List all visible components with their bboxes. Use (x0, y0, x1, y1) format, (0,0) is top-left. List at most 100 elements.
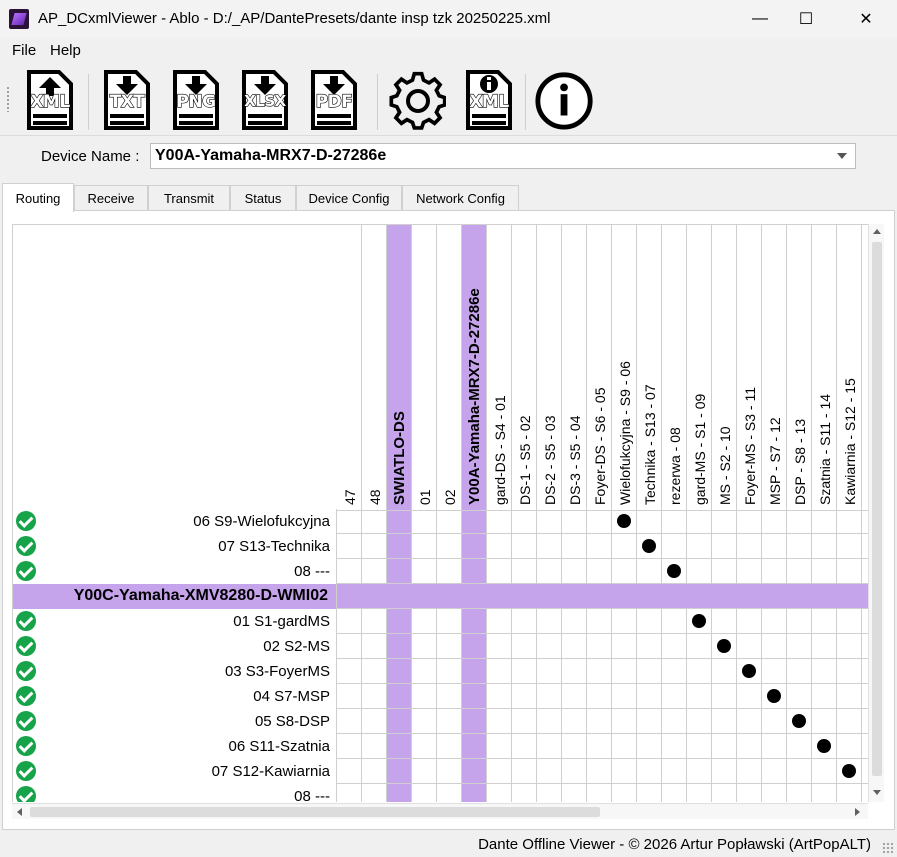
row-header[interactable]: Y00C-Yamaha-XMV8280-D-WMI02 (13, 584, 337, 609)
column-header[interactable]: Foyer-DS - S6 - 05 (587, 225, 612, 509)
row-header[interactable]: 01 S1-gardMS (13, 609, 337, 634)
export-png-button[interactable]: PNG (167, 68, 225, 132)
minimize-button[interactable]: — (737, 0, 783, 38)
column-header[interactable]: gard-DS - S4 - 01 (487, 225, 512, 509)
horizontal-scrollbar[interactable] (12, 803, 868, 819)
maximize-button[interactable]: ☐ (783, 0, 829, 38)
xml-info-button[interactable]: XML (460, 68, 518, 132)
matrix-row[interactable]: 08 --- (13, 784, 868, 802)
matrix-row[interactable]: 07 S12-Kawiarnia (13, 759, 868, 784)
check-circle-icon (16, 561, 36, 581)
column-header[interactable]: DS-3 - S5 - 04 (562, 225, 587, 509)
matrix-row[interactable]: 08 --- (13, 559, 868, 584)
column-label: Foyer-MS - S3 - 11 (742, 387, 758, 505)
scroll-up-icon[interactable] (873, 229, 881, 234)
route-dot[interactable] (692, 614, 706, 628)
matrix-row[interactable]: 06 S11-Szatnia (13, 734, 868, 759)
open-xml-button[interactable]: XML (21, 68, 79, 132)
column-header[interactable]: Technika - S13 - 07 (637, 225, 662, 509)
route-dot[interactable] (767, 689, 781, 703)
column-header[interactable]: rezerwa - 08 (662, 225, 687, 509)
tab-routing[interactable]: Routing (2, 183, 74, 212)
route-dot[interactable] (642, 539, 656, 553)
column-header[interactable]: Y00A-Yamaha-MRX7-D-27286e (462, 225, 487, 509)
about-button[interactable] (534, 68, 593, 132)
horizontal-scroll-thumb[interactable] (30, 807, 600, 817)
check-circle-icon (16, 511, 36, 531)
column-label: gard-DS - S4 - 01 (492, 395, 508, 505)
matrix-row[interactable]: 06 S9-Wielofukcyjna (13, 509, 868, 534)
menu-file[interactable]: File (12, 42, 36, 59)
scroll-left-icon[interactable] (17, 808, 22, 816)
check-circle-icon (16, 761, 36, 781)
matrix-row[interactable]: 01 S1-gardMS (13, 609, 868, 634)
column-header[interactable]: 01 (412, 225, 437, 509)
column-header[interactable]: 48 (362, 225, 387, 509)
toolbar-grip[interactable] (6, 86, 10, 112)
row-header[interactable]: 07 S13-Technika (13, 534, 337, 559)
column-header[interactable]: DSP - S8 - 13 (787, 225, 812, 509)
route-dot[interactable] (617, 514, 631, 528)
app-window: AP_DCxmlViewer - Ablo - D:/_AP/DantePres… (0, 0, 897, 857)
row-header[interactable]: 05 S8-DSP (13, 709, 337, 734)
row-header[interactable]: 04 S7-MSP (13, 684, 337, 709)
tab-receive[interactable]: Receive (74, 185, 148, 211)
route-dot[interactable] (817, 739, 831, 753)
settings-button[interactable] (388, 68, 446, 132)
matrix-row[interactable]: 05 S8-DSP (13, 709, 868, 734)
vertical-scrollbar[interactable] (868, 224, 884, 802)
chevron-down-icon[interactable] (837, 153, 847, 159)
device-group-row[interactable]: Y00C-Yamaha-XMV8280-D-WMI02 (13, 584, 868, 609)
column-header[interactable]: DS-2 - S5 - 03 (537, 225, 562, 509)
status-bar: Dante Offline Viewer - © 2026 Artur Popł… (0, 832, 897, 857)
tab-device-config[interactable]: Device Config (296, 185, 402, 211)
column-header[interactable]: Foyer-MS - S3 - 11 (737, 225, 762, 509)
route-dot[interactable] (792, 714, 806, 728)
tool-label-xml-info: XML (469, 91, 510, 112)
row-header[interactable]: 08 --- (13, 559, 337, 584)
column-header[interactable]: gard-MS - S1 - 09 (687, 225, 712, 509)
column-header[interactable]: MSP - S7 - 12 (762, 225, 787, 509)
route-dot[interactable] (742, 664, 756, 678)
row-header[interactable]: 06 S11-Szatnia (13, 734, 337, 759)
close-button[interactable]: ✕ (843, 0, 889, 38)
scroll-right-icon[interactable] (855, 808, 860, 816)
row-header[interactable]: 06 S9-Wielofukcyjna (13, 509, 337, 534)
column-label: DS-1 - S5 - 02 (517, 415, 533, 505)
route-dot[interactable] (667, 564, 681, 578)
resize-grip[interactable] (882, 842, 894, 854)
title-bar[interactable]: AP_DCxmlViewer - Ablo - D:/_AP/DantePres… (0, 0, 897, 38)
tab-network-config[interactable]: Network Config (402, 185, 519, 211)
column-header[interactable]: DS-1 - S5 - 02 (512, 225, 537, 509)
toolbar-separator (377, 74, 378, 130)
route-dot[interactable] (717, 639, 731, 653)
column-header[interactable]: Wielofukcyjna - S9 - 06 (612, 225, 637, 509)
device-name-select[interactable]: Y00A-Yamaha-MRX7-D-27286e (150, 143, 856, 169)
matrix-row[interactable]: 02 S2-MS (13, 634, 868, 659)
export-pdf-button[interactable]: PDF (305, 68, 363, 132)
vertical-scroll-thumb[interactable] (872, 242, 882, 776)
scroll-down-icon[interactable] (873, 790, 881, 795)
matrix-row[interactable]: 03 S3-FoyerMS (13, 659, 868, 684)
menu-help[interactable]: Help (50, 42, 81, 59)
check-circle-icon (16, 536, 36, 556)
matrix-row[interactable]: 07 S13-Technika (13, 534, 868, 559)
column-header[interactable]: MS - S2 - 10 (712, 225, 737, 509)
column-header[interactable]: SWIATLO-DS (387, 225, 412, 509)
export-xlsx-button[interactable]: XLSX (236, 68, 294, 132)
tab-status[interactable]: Status (230, 185, 296, 211)
tab-transmit[interactable]: Transmit (148, 185, 230, 211)
column-header[interactable]: 02 (437, 225, 462, 509)
check-circle-icon (16, 636, 36, 656)
row-header[interactable]: 03 S3-FoyerMS (13, 659, 337, 684)
column-header[interactable]: Kawiarnia - S12 - 15 (837, 225, 862, 509)
export-txt-button[interactable]: TXT (98, 68, 156, 132)
row-header[interactable]: 02 S2-MS (13, 634, 337, 659)
route-dot[interactable] (842, 764, 856, 778)
row-header[interactable]: 08 --- (13, 784, 337, 802)
row-header[interactable]: 07 S12-Kawiarnia (13, 759, 337, 784)
matrix-row[interactable]: 04 S7-MSP (13, 684, 868, 709)
routing-matrix[interactable]: 47 48 SWIATLO-DS 01 02 Y00A-Yamaha-MRX7-D-272… (12, 224, 868, 802)
column-header[interactable]: Szatnia - S11 - 14 (812, 225, 837, 509)
column-header[interactable]: 47 (337, 225, 362, 509)
